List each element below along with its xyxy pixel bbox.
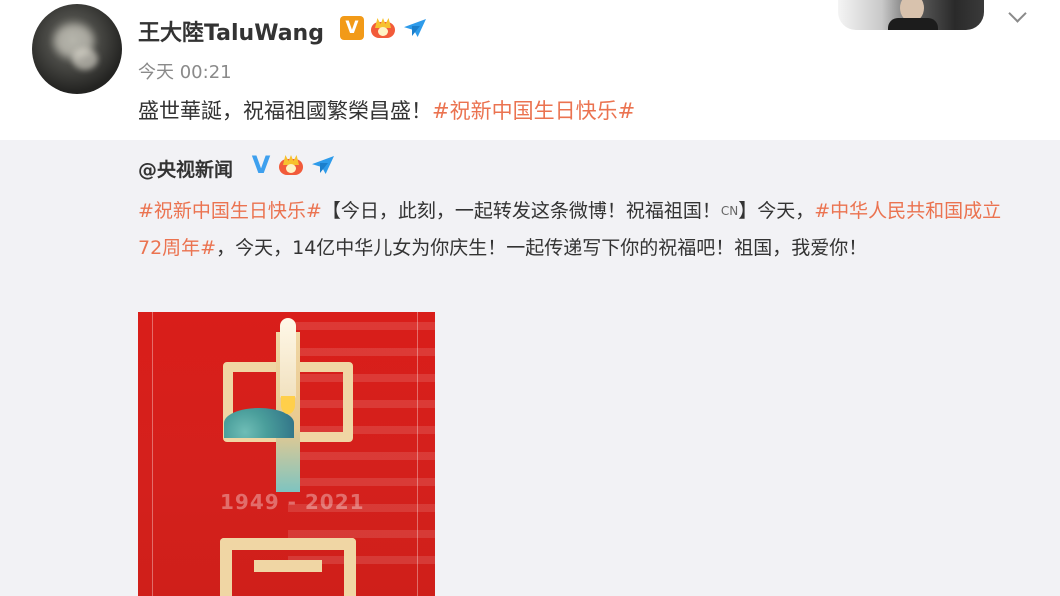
post-timestamp[interactable]: 今天 00:21 — [138, 58, 232, 84]
cn-link[interactable]: CN — [721, 204, 738, 218]
original-text-segment: 【今日，此刻，一起转发这条微博！祝福祖国！ — [321, 200, 721, 222]
verified-v-blue-icon: V — [251, 151, 271, 179]
original-text-segment: ，今天，14亿中华儿女为你庆生！一起传递写下你的祝福吧！祖国，我爱你！ — [216, 237, 868, 259]
user-badges: V — [340, 16, 428, 40]
banner-person-suit — [888, 18, 938, 30]
airplane-icon — [310, 153, 336, 177]
poster-years: 1949 - 2021 — [220, 490, 365, 514]
weibo-post: 王大陸TaluWang V 今天 00:21 盛世華誕，祝福祖國繁榮昌盛！#祝新… — [0, 0, 1060, 140]
post-image-poster[interactable]: 1949 - 2021 — [138, 312, 435, 596]
post-content: 盛世華誕，祝福祖國繁榮昌盛！#祝新中国生日快乐# — [138, 95, 635, 125]
avatar[interactable] — [32, 4, 122, 94]
profile-banner-thumbnail[interactable] — [838, 0, 984, 30]
chevron-down-icon[interactable] — [1003, 4, 1033, 28]
post-username[interactable]: 王大陸TaluWang — [138, 15, 324, 47]
poster-rocket-flame — [281, 396, 295, 414]
verified-v-icon: V — [340, 16, 364, 40]
crown-vip-icon — [277, 153, 305, 177]
post-text: 盛世華誕，祝福祖國繁榮昌盛！ — [138, 99, 432, 123]
original-author[interactable]: @央视新闻 — [138, 155, 233, 182]
hashtag-link[interactable]: #祝新中国生日快乐# — [138, 200, 322, 222]
poster-guo-inner — [254, 560, 322, 572]
poster-rocket — [280, 318, 296, 398]
airplane-icon — [402, 16, 428, 40]
original-post-text: #祝新中国生日快乐#【今日，此刻，一起转发这条微博！祝福祖国！CN】今天，#中华… — [138, 193, 1018, 267]
avatar-highlight — [72, 48, 98, 70]
original-text-segment: 】今天， — [738, 200, 815, 222]
original-author-badges: V — [250, 151, 336, 179]
reposted-content: @央视新闻 V #祝新中国生日快乐#【今日，此刻，一起转发这条微博！祝福祖国！C… — [0, 140, 1060, 596]
crown-vip-icon — [369, 16, 397, 40]
hashtag-link[interactable]: #祝新中国生日快乐# — [432, 99, 635, 123]
